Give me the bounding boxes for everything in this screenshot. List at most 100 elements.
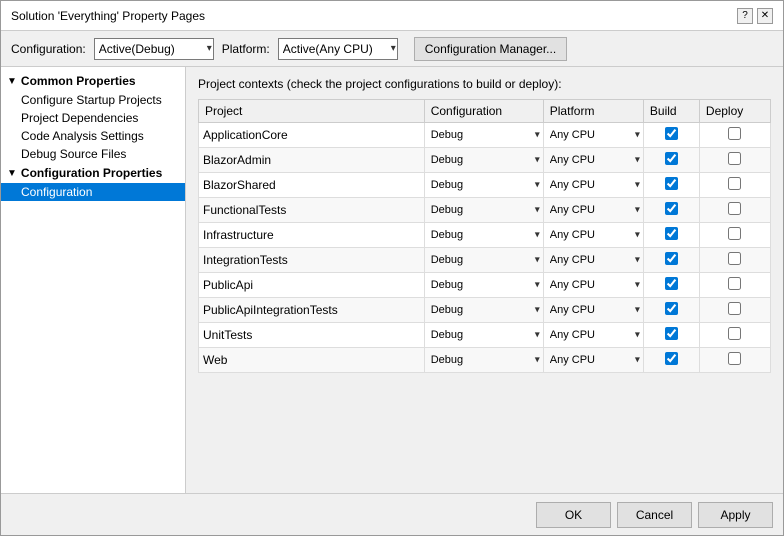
platform-select[interactable]: Any CPUx64x86 xyxy=(548,125,639,145)
platform-select[interactable]: Any CPUx64x86 xyxy=(548,275,639,295)
platform-select[interactable]: Any CPUx64x86 xyxy=(548,350,639,370)
deploy-cell xyxy=(699,323,770,348)
config-cell: DebugRelease xyxy=(424,248,543,273)
platform-select[interactable]: Any CPUx64x86 xyxy=(548,250,639,270)
deploy-checkbox[interactable] xyxy=(728,352,741,365)
build-cell xyxy=(643,198,699,223)
title-bar-buttons: ? ✕ xyxy=(737,8,773,24)
deploy-checkbox[interactable] xyxy=(728,202,741,215)
build-checkbox[interactable] xyxy=(665,127,678,140)
config-label: Configuration: xyxy=(11,42,86,56)
config-cell: DebugRelease xyxy=(424,223,543,248)
platform-dropdown-wrapper: Active(Any CPU) Any CPU x64 x86 ▾ xyxy=(278,38,398,60)
sidebar-item-project-dependencies[interactable]: Project Dependencies xyxy=(1,109,185,127)
deploy-cell xyxy=(699,123,770,148)
build-cell xyxy=(643,148,699,173)
project-table: Project Configuration Platform Build Dep… xyxy=(198,99,771,373)
config-properties-triangle: ▼ xyxy=(7,168,17,179)
table-row: IntegrationTestsDebugRelease Any CPUx64x8… xyxy=(199,248,771,273)
platform-cell: Any CPUx64x86 xyxy=(543,198,643,223)
config-select[interactable]: DebugRelease xyxy=(429,275,539,295)
build-checkbox[interactable] xyxy=(665,202,678,215)
deploy-cell xyxy=(699,348,770,373)
platform-dropdown[interactable]: Active(Any CPU) Any CPU x64 x86 xyxy=(278,38,398,60)
sidebar-item-code-analysis[interactable]: Code Analysis Settings xyxy=(1,127,185,145)
col-header-deploy: Deploy xyxy=(699,100,770,123)
config-select[interactable]: DebugRelease xyxy=(429,200,539,220)
config-select[interactable]: DebugRelease xyxy=(429,150,539,170)
deploy-cell xyxy=(699,173,770,198)
deploy-checkbox[interactable] xyxy=(728,127,741,140)
help-button[interactable]: ? xyxy=(737,8,753,24)
build-cell xyxy=(643,173,699,198)
deploy-checkbox[interactable] xyxy=(728,152,741,165)
table-row: BlazorAdminDebugRelease Any CPUx64x86 xyxy=(199,148,771,173)
deploy-cell xyxy=(699,148,770,173)
build-cell xyxy=(643,248,699,273)
ok-button[interactable]: OK xyxy=(536,502,611,528)
config-cell: DebugRelease xyxy=(424,348,543,373)
apply-button[interactable]: Apply xyxy=(698,502,773,528)
build-checkbox[interactable] xyxy=(665,177,678,190)
project-name-cell: ApplicationCore xyxy=(199,123,425,148)
sidebar-item-configuration[interactable]: Configuration xyxy=(1,183,185,201)
config-cell: DebugRelease xyxy=(424,323,543,348)
project-name-cell: UnitTests xyxy=(199,323,425,348)
build-checkbox[interactable] xyxy=(665,252,678,265)
build-checkbox[interactable] xyxy=(665,327,678,340)
platform-select[interactable]: Any CPUx64x86 xyxy=(548,175,639,195)
config-select[interactable]: DebugRelease xyxy=(429,125,539,145)
sidebar-item-startup-projects[interactable]: Configure Startup Projects xyxy=(1,91,185,109)
config-properties-label: Configuration Properties xyxy=(21,166,162,180)
config-select[interactable]: DebugRelease xyxy=(429,250,539,270)
deploy-checkbox[interactable] xyxy=(728,252,741,265)
deploy-checkbox[interactable] xyxy=(728,302,741,315)
configuration-dropdown[interactable]: Active(Debug) Debug Release xyxy=(94,38,214,60)
config-select[interactable]: DebugRelease xyxy=(429,350,539,370)
project-name-cell: PublicApi xyxy=(199,273,425,298)
build-checkbox[interactable] xyxy=(665,302,678,315)
platform-cell: Any CPUx64x86 xyxy=(543,148,643,173)
deploy-checkbox[interactable] xyxy=(728,227,741,240)
common-properties-label: Common Properties xyxy=(21,74,136,88)
config-select[interactable]: DebugRelease xyxy=(429,325,539,345)
content-description: Project contexts (check the project conf… xyxy=(198,77,771,91)
property-pages-dialog: Solution 'Everything' Property Pages ? ✕… xyxy=(0,0,784,536)
col-header-build: Build xyxy=(643,100,699,123)
project-name-cell: BlazorAdmin xyxy=(199,148,425,173)
config-dropdown-wrapper: Active(Debug) Debug Release ▾ xyxy=(94,38,214,60)
sidebar-section-config-properties[interactable]: ▼ Configuration Properties xyxy=(1,163,185,183)
sidebar-section-common-properties[interactable]: ▼ Common Properties xyxy=(1,71,185,91)
build-checkbox[interactable] xyxy=(665,227,678,240)
cancel-button[interactable]: Cancel xyxy=(617,502,692,528)
build-checkbox[interactable] xyxy=(665,277,678,290)
platform-select[interactable]: Any CPUx64x86 xyxy=(548,225,639,245)
platform-select[interactable]: Any CPUx64x86 xyxy=(548,150,639,170)
col-header-configuration: Configuration xyxy=(424,100,543,123)
config-select[interactable]: DebugRelease xyxy=(429,300,539,320)
deploy-checkbox[interactable] xyxy=(728,327,741,340)
content-area: Project contexts (check the project conf… xyxy=(186,67,783,493)
config-select[interactable]: DebugRelease xyxy=(429,175,539,195)
build-checkbox[interactable] xyxy=(665,352,678,365)
sidebar-item-debug-source[interactable]: Debug Source Files xyxy=(1,145,185,163)
table-row: PublicApiDebugRelease Any CPUx64x86 xyxy=(199,273,771,298)
config-manager-button[interactable]: Configuration Manager... xyxy=(414,37,567,61)
table-row: FunctionalTestsDebugReleaseAny CPUx64x86 xyxy=(199,198,771,223)
deploy-checkbox[interactable] xyxy=(728,277,741,290)
project-name-cell: Web xyxy=(199,348,425,373)
footer: OK Cancel Apply xyxy=(1,493,783,535)
project-name-cell: Infrastructure xyxy=(199,223,425,248)
project-name-cell: IntegrationTests xyxy=(199,248,425,273)
build-checkbox[interactable] xyxy=(665,152,678,165)
config-select[interactable]: DebugRelease xyxy=(429,225,539,245)
col-header-project: Project xyxy=(199,100,425,123)
build-cell xyxy=(643,298,699,323)
platform-select[interactable]: Any CPUx64x86 xyxy=(548,325,639,345)
close-button[interactable]: ✕ xyxy=(757,8,773,24)
platform-select[interactable]: Any CPUx64x86 xyxy=(548,300,639,320)
build-cell xyxy=(643,223,699,248)
platform-select[interactable]: Any CPUx64x86 xyxy=(548,200,639,220)
table-row: ApplicationCoreDebugRelease Any CPUx64x86 xyxy=(199,123,771,148)
deploy-checkbox[interactable] xyxy=(728,177,741,190)
